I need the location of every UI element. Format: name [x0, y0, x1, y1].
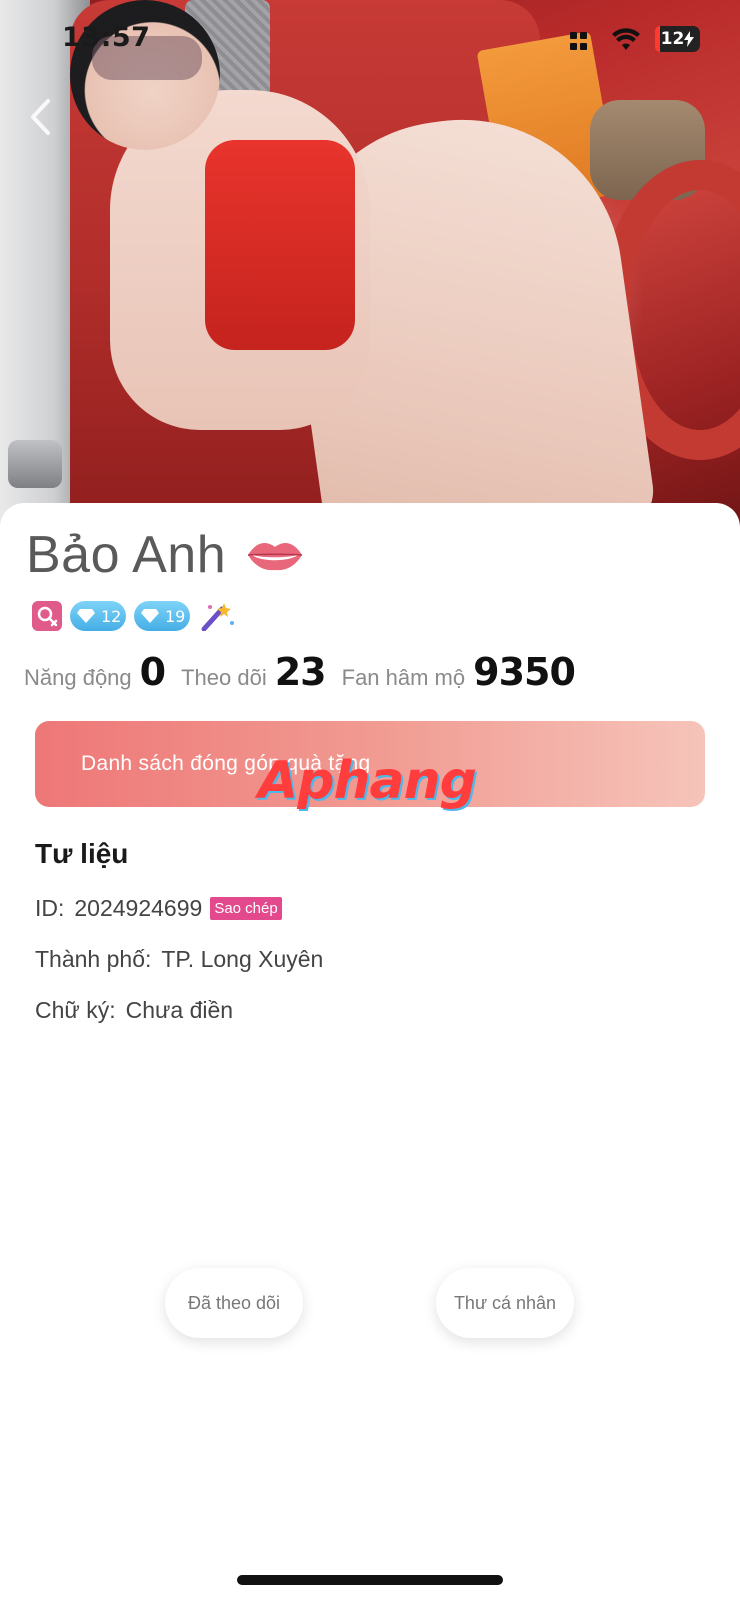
gift-contribution-banner[interactable]: Danh sách đóng góp quà tặng [35, 721, 705, 807]
profile-cover-photo [0, 0, 740, 540]
id-label: ID: [35, 895, 65, 921]
signature-value: Chưa điền [125, 997, 234, 1023]
stat-following-value[interactable]: 23 [275, 650, 327, 694]
lips-icon [246, 538, 304, 572]
diamond-badge: 12 [70, 601, 126, 631]
charging-bolt-icon [684, 31, 695, 47]
stat-fans-value[interactable]: 9350 [473, 650, 576, 694]
battery-level: 12 [660, 29, 685, 49]
grid-signal-icon [570, 32, 588, 50]
signature-row: Chữ ký: Chưa điền [35, 997, 233, 1024]
diamond-badge-level: 12 [101, 606, 122, 626]
profile-name: Bảo Anh [26, 526, 227, 584]
diamond-badge-level: 19 [165, 606, 186, 626]
stat-following-label: Theo dõi [181, 665, 267, 690]
city-label: Thành phố: [35, 946, 152, 972]
private-message-button[interactable]: Thư cá nhân [436, 1268, 574, 1338]
wifi-icon [612, 28, 640, 52]
red-swimsuit [205, 140, 355, 350]
following-button[interactable]: Đã theo dõi [165, 1268, 303, 1338]
copy-id-button[interactable]: Sao chép [210, 897, 282, 920]
home-indicator[interactable] [237, 1575, 503, 1585]
back-button[interactable] [20, 95, 60, 139]
stats-row: Năng động 0 Theo dõi 23 Fan hâm mộ 9350 [24, 650, 591, 694]
diamond-badge: 19 [134, 601, 190, 631]
female-gender-icon [32, 601, 62, 631]
stat-activity-label: Năng động [24, 665, 132, 690]
magic-wand-icon [200, 601, 236, 632]
id-value: 2024924699 [74, 895, 203, 921]
door-latch [8, 440, 62, 488]
badge-row: 12 19 [32, 601, 236, 632]
status-bar: 13:57 12 [0, 0, 740, 80]
signature-label: Chữ ký: [35, 997, 116, 1023]
stat-fans-label: Fan hâm mộ [341, 665, 466, 690]
battery-icon: 12 [655, 26, 700, 52]
profile-sheet: Bảo Anh 12 19 Năng động 0 Theo dõi 23 Fa… [0, 503, 740, 1600]
back-chevron-icon [31, 99, 50, 135]
name-row: Bảo Anh [26, 525, 304, 585]
city-value: TP. Long Xuyên [161, 946, 324, 972]
id-row: ID: 2024924699 Sao chép [35, 895, 282, 922]
status-time: 13:57 [62, 22, 151, 53]
diamond-icon [141, 609, 159, 623]
diamond-icon [77, 609, 95, 623]
city-row: Thành phố: TP. Long Xuyên [35, 946, 323, 973]
stat-activity-value[interactable]: 0 [140, 650, 166, 694]
gift-banner-label: Danh sách đóng góp quà tặng [81, 752, 371, 775]
info-section-title: Tư liệu [35, 838, 129, 869]
